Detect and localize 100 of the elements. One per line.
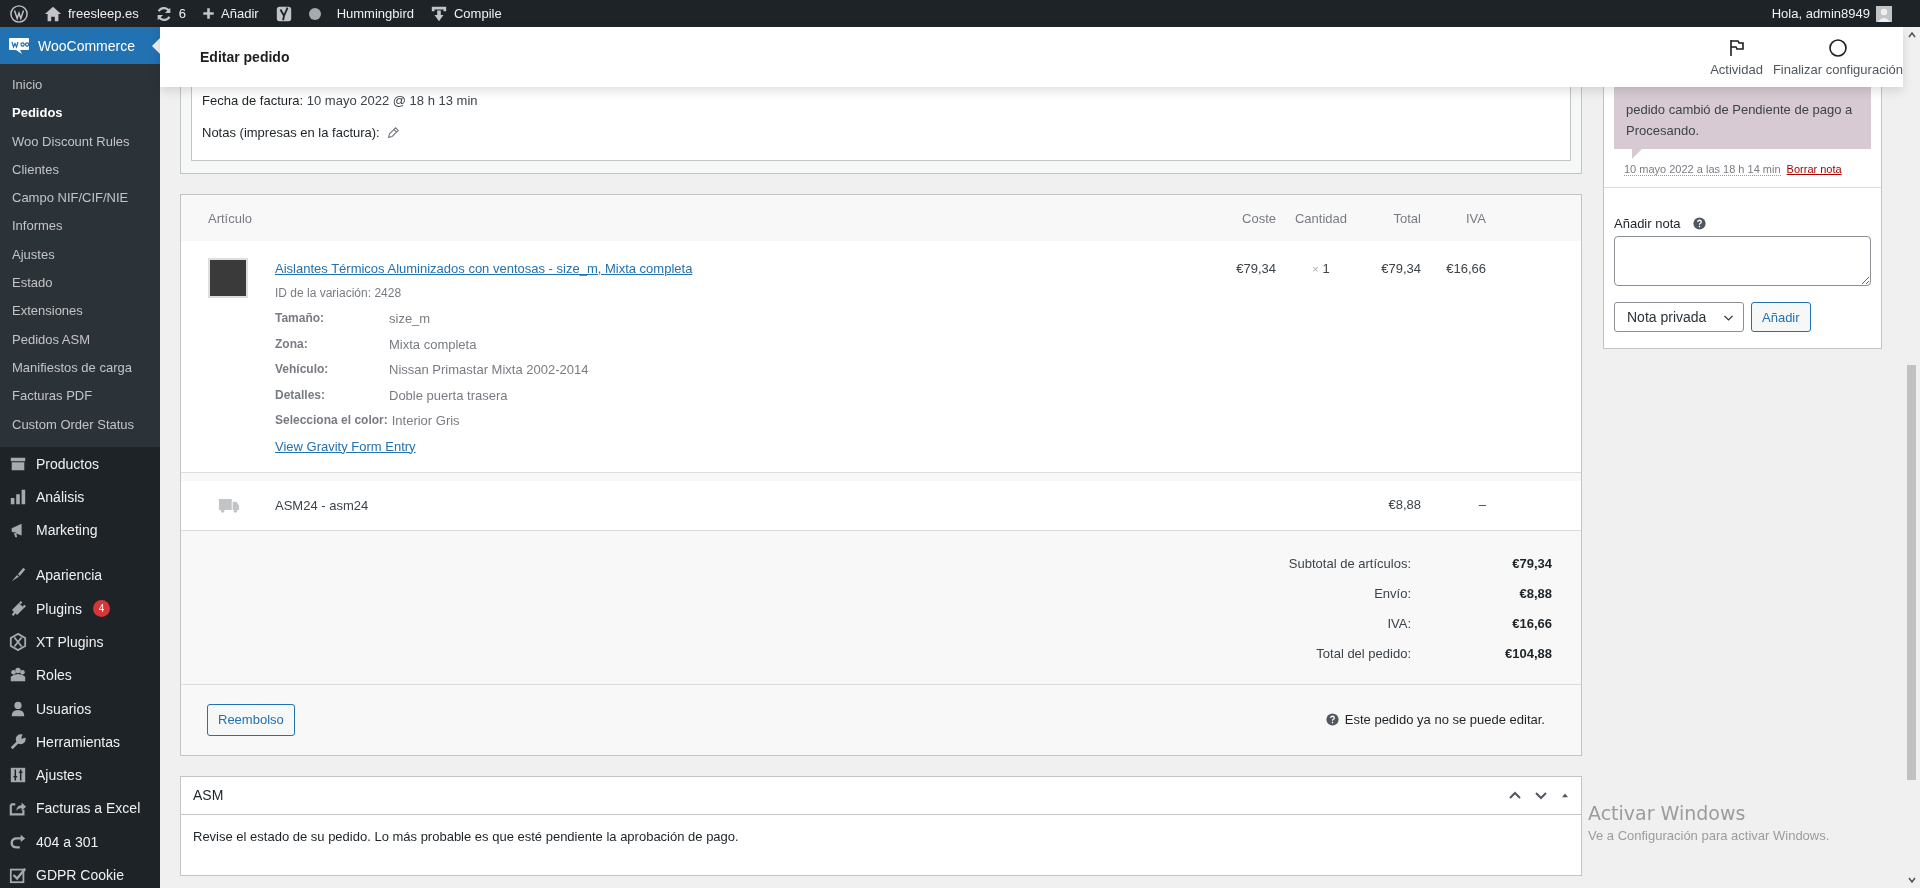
meta-value: Mixta completa [389,335,477,354]
meta-label: Tamaño: [275,310,326,327]
submenu-item[interactable]: Woo Discount Rules [0,127,160,156]
submenu-item[interactable]: Informes [0,212,160,241]
menu-item[interactable]: Roles [36,667,72,684]
shipping-tax-cell-text: – [1477,496,1486,514]
submenu-item[interactable]: Campo NIF/CIF/NIE [0,184,160,213]
meta-value: Doble puerta trasera [389,386,508,405]
new-link[interactable]: Añadir [221,6,259,21]
page-title: Editar pedido [200,49,290,65]
header-action[interactable]: Actividad [1710,37,1763,77]
avatar-icon[interactable] [1876,5,1892,22]
compile-link[interactable]: Compile [453,6,502,21]
submenu-item[interactable]: Pedidos ASM [0,325,160,354]
menu-item[interactable]: 404 a 301 [36,833,99,850]
order-status-message: Revise el estado de su pedido. Lo más probable es que esté pendiente la aprobación de pago. [192,827,740,846]
scroll-up-icon[interactable] [1906,30,1917,40]
meta-value: Interior Gris [391,412,460,430]
form-entry-link[interactable]: View Gravity Form Entry [275,433,416,460]
shipping-total-cell-text: €8,88 [1387,496,1421,514]
menu-label: WooCommerce [38,37,135,54]
variation-id: ID de la variación: 2428 [275,285,402,302]
help-icon[interactable] [1325,713,1339,726]
pencil-icon[interactable] [385,126,400,140]
times-sign: × [1312,263,1319,275]
shipping-method: ASM24 - asm24 [274,497,370,513]
menu-item[interactable]: Productos [36,455,100,472]
wordpress-logo-icon[interactable] [10,4,28,23]
note-pointer-icon [1632,149,1642,159]
hexagon-x-icon [9,633,27,651]
activation-notice-title: Activar Windows [1588,802,1747,824]
site-link[interactable]: freesleep.es [68,6,139,21]
refund-button[interactable]: Reembolso [207,703,295,736]
total-label: Envío: [1374,584,1411,603]
meta-label: Selecciona el color: [275,412,388,429]
submenu-item[interactable]: Clientes [0,155,160,185]
sliders-icon [9,766,27,785]
activation-notice-text: Ve a Configuración para activar Windows. [1588,828,1830,843]
redirect-arrow-icon [9,832,27,851]
woocommerce-logo-icon [8,35,30,56]
submenu-item[interactable]: Extensiones [0,297,160,326]
menu-item[interactable]: Herramientas [36,733,121,750]
delete-note-link[interactable]: Borrar nota [1786,163,1842,175]
seo-plugin-icon[interactable] [274,4,293,23]
meta-label: Vehículo: [275,361,330,378]
panel-title: ASM [193,787,224,803]
plus-icon [202,7,216,20]
total-value: €104,88 [1504,644,1552,663]
menu-item[interactable]: Plugins [36,600,82,617]
cost-cell-text: €79,34 [1235,260,1276,278]
invoice-date: Fecha de factura: 10 mayo 2022 @ 18 h 13 min [202,92,479,110]
menu-item[interactable]: Marketing [36,522,98,539]
submenu-item[interactable]: Inicio [0,71,160,100]
menu-item[interactable]: Usuarios [36,700,92,717]
scroll-down-icon[interactable] [1906,875,1917,885]
column-header: Artículo [208,210,254,226]
submenu-item[interactable]: Ajustes [0,240,160,270]
add-note-button[interactable]: Añadir [1751,302,1811,332]
total-value: €79,34 [1511,554,1552,573]
menu-item[interactable]: GDPR Cookie [36,867,124,884]
column-header: Coste [1241,210,1276,226]
hummingbird-link[interactable]: Hummingbird [336,6,414,21]
note-input-field[interactable] [1614,236,1871,286]
user-greeting[interactable]: Hola, admin8949 [1771,6,1870,21]
total-value: €8,88 [1518,584,1552,603]
submenu-item[interactable]: Manifiestos de carga [0,353,160,383]
total-label: IVA: [1387,614,1411,633]
submenu-item[interactable]: Facturas PDF [0,382,160,411]
menu-item[interactable]: Facturas a Excel [36,800,141,817]
menu-item[interactable]: Análisis [36,488,85,505]
meta-label: Detalles: [275,386,327,404]
column-header: Total [1392,210,1421,226]
scrollbar-thumb[interactable] [1907,365,1916,780]
add-note-label: Añadir nota [1614,216,1681,231]
menu-item[interactable]: Ajustes [36,767,82,784]
truck-icon [218,497,240,513]
submenu-item[interactable]: Estado [0,269,160,298]
submenu-item[interactable]: Pedidos [0,99,160,128]
column-header: Cantidad [1293,210,1348,226]
meta-value: size_m [389,310,431,328]
status-dot-icon [308,7,321,20]
help-icon[interactable] [1692,217,1706,230]
tax-cell-text: €16,66 [1445,260,1486,278]
not-editable-notice: Este pedido ya no se puede editar. [1344,712,1545,727]
total-value: €16,66 [1511,614,1552,633]
update-count-badge: 4 [92,600,110,618]
column-header: IVA [1465,210,1486,226]
plug-icon [9,599,27,618]
note-type-select[interactable]: Nota privada [1614,302,1744,332]
download-arrow-icon [429,4,448,23]
bar-chart-icon [9,487,27,506]
checkbox-icon [9,866,27,885]
product-link[interactable]: Aislantes Térmicos Aluminizados con ventosas - size_m, Mixta completa [275,258,693,280]
updates-count[interactable]: 6 [178,6,187,21]
wrench-icon [9,732,27,751]
current-menu-item[interactable]: WooCommerce [0,27,160,64]
invoice-notes-label: Notas (impresas en la factura): [202,124,380,142]
menu-item[interactable]: Apariencia [36,567,103,584]
submenu-item[interactable]: Custom Order Status [0,410,160,439]
menu-item[interactable]: XT Plugins [36,634,104,650]
